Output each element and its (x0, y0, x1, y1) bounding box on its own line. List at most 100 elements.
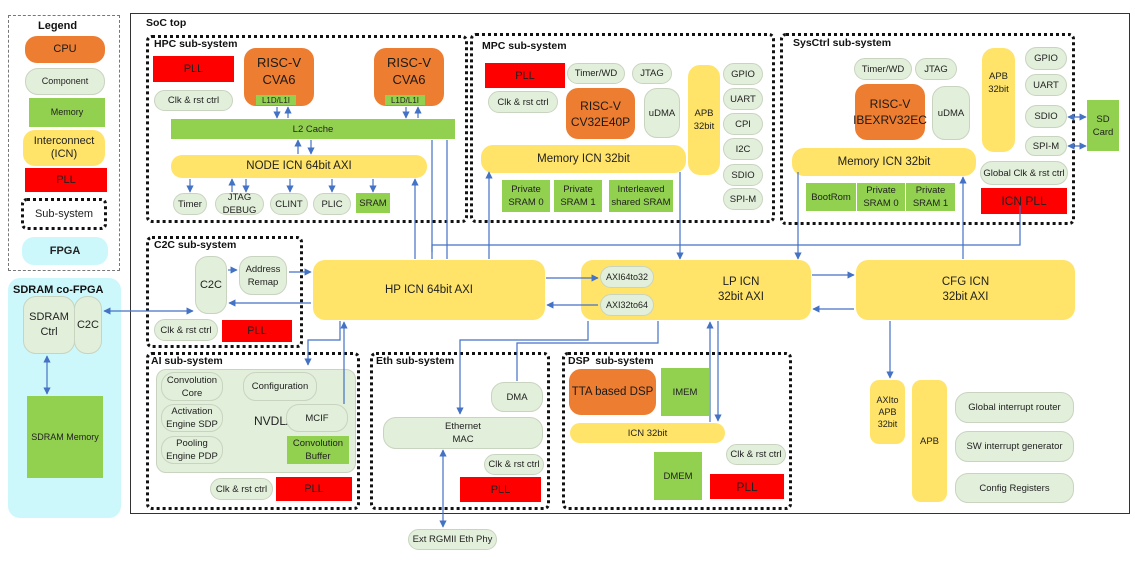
c2c-pll: PLL (222, 320, 292, 342)
ai-clk-rst: Clk & rst ctrl (210, 478, 273, 500)
mpc-clk-rst: Clk & rst ctrl (488, 91, 558, 113)
global-interrupt-router: Global interrupt router (955, 392, 1074, 423)
hpc-clk-rst: Clk & rst ctrl (154, 90, 233, 111)
sdram-ctrl: SDRAM Ctrl (23, 296, 75, 354)
ext-rgmii-eth-phy: Ext RGMII Eth Phy (408, 529, 497, 550)
sysctrl-apb: APB 32bit (982, 48, 1015, 152)
hpc-title: HPC sub-system (154, 38, 238, 50)
c2c-clk-rst: Clk & rst ctrl (154, 319, 218, 341)
ai-pll: PLL (276, 477, 352, 501)
dsp-icn: ICN 32bit (570, 423, 725, 443)
hpc-clint: CLINT (270, 193, 308, 215)
legend-subsystem-label: Sub-system (34, 208, 94, 220)
dsp-tta: TTA based DSP (569, 369, 656, 415)
dsp-dmem: DMEM (654, 452, 702, 500)
mpc-mem-icn: Memory ICN 32bit (481, 145, 686, 173)
eth-title: Eth sub-system (376, 355, 455, 367)
dsp-imem: IMEM (661, 368, 709, 416)
mpc-pll: PLL (485, 63, 565, 88)
hpc-cpu1-label: RISC-V CVA6 (386, 55, 432, 87)
legend-memory: Memory (29, 98, 105, 127)
mpc-uart: UART (723, 88, 763, 110)
hpc-node-icn: NODE ICN 64bit AXI (171, 155, 427, 178)
c2c-block: C2C (195, 256, 227, 314)
legend-icn: Interconnect (ICN) (23, 130, 105, 166)
sysctrl-udma: uDMA (932, 86, 970, 140)
sdram-memory: SDRAM Memory (27, 396, 103, 478)
mpc-udma: uDMA (644, 88, 680, 138)
mpc-title: MPC sub-system (482, 40, 567, 52)
dsp-pll: PLL (710, 474, 784, 499)
lp-icn-label: LP ICN 32bit AXI (717, 276, 765, 303)
sysctrl-mem-icn: Memory ICN 32bit (792, 148, 976, 176)
ai-conv-buffer: Convolution Buffer (287, 436, 349, 464)
c2c-address-remap: Address Remap (239, 256, 287, 295)
sysctrl-title: SysCtrl sub-system (793, 37, 892, 49)
soc-title: SoC top (146, 17, 187, 29)
hpc-l1-0: L1D/L1I (256, 95, 296, 105)
sysctrl-icn-pll: ICN PLL (981, 188, 1067, 214)
sysctrl-private-sram1: Private SRAM 1 (906, 183, 955, 211)
hp-icn: HP ICN 64bit AXI (313, 260, 545, 320)
legend-fpga: FPGA (22, 237, 108, 265)
legend-fpga-label: FPGA (49, 245, 81, 257)
mpc-apb: APB 32bit (688, 65, 720, 175)
ai-configuration: Configuration (243, 372, 317, 401)
eth-clk-rst: Clk & rst ctrl (484, 454, 544, 475)
hpc-l1-1: L1D/L1I (385, 95, 425, 105)
sysctrl-cpu: RISC-V IBEXRV32EC (853, 84, 927, 140)
fpga-c2c: C2C (74, 296, 102, 354)
sw-interrupt-generator: SW interrupt generator (955, 431, 1074, 462)
hpc-l2-cache: L2 Cache (171, 119, 455, 139)
ai-sdp: Activation Engine SDP (161, 404, 223, 432)
ai-title: AI sub-system (151, 355, 223, 367)
eth-dma: DMA (491, 382, 543, 412)
sysctrl-uart: UART (1025, 74, 1067, 96)
legend-title: Legend (38, 20, 78, 32)
sysctrl-sdio: SDIO (1025, 105, 1067, 128)
sysctrl-timer-wd: Timer/WD (854, 58, 912, 80)
mpc-timer-wd: Timer/WD (567, 63, 625, 84)
config-registers: Config Registers (955, 473, 1074, 503)
legend-pll: PLL (25, 168, 107, 192)
legend-subsystem: Sub-system (21, 198, 107, 230)
legend-cpu: CPU (25, 36, 105, 63)
mpc-private-sram1: Private SRAM 1 (554, 180, 602, 212)
mpc-cpi: CPI (723, 113, 763, 135)
hpc-jtag-debug: JTAG DEBUG (215, 192, 264, 216)
hpc-sram: SRAM (356, 193, 390, 213)
c2c-title: C2C sub-system (154, 239, 237, 251)
sysctrl-bootrom: BootRom (806, 183, 856, 211)
legend-component: Component (25, 68, 105, 95)
dsp-title: DSP sub-system (568, 355, 654, 367)
eth-pll: PLL (460, 477, 541, 502)
mpc-jtag: JTAG (632, 63, 672, 84)
ai-mcif: MCIF (286, 404, 348, 432)
eth-mac: Ethernet MAC (383, 417, 543, 449)
dsp-clk-rst: Clk & rst ctrl (726, 444, 786, 465)
sd-card: SD Card (1087, 100, 1119, 151)
sdram-fpga-title: SDRAM co-FPGA (13, 284, 104, 296)
ai-conv-core: Convolution Core (161, 372, 223, 401)
mpc-i2c: I2C (723, 138, 763, 160)
mpc-gpio: GPIO (723, 63, 763, 85)
cfg-apb: APB (912, 380, 947, 502)
axi64to32: AXI64to32 (600, 266, 654, 288)
ai-pdp: Pooling Engine PDP (161, 436, 223, 464)
sysctrl-spi-m: SPI-M (1025, 136, 1067, 156)
mpc-shared-sram: Interleaved shared SRAM (609, 180, 673, 212)
mpc-spi-m: SPI-M (723, 188, 763, 210)
sysctrl-gpio: GPIO (1025, 47, 1067, 70)
sysctrl-jtag: JTAG (915, 58, 957, 80)
axi32to64: AXI32to64 (600, 294, 654, 316)
hpc-pll: PLL (153, 56, 234, 82)
mpc-cpu: RISC-V CV32E40P (566, 88, 635, 139)
mpc-private-sram0: Private SRAM 0 (502, 180, 550, 212)
hpc-timer: Timer (173, 193, 207, 215)
hpc-plic: PLIC (313, 193, 351, 215)
mpc-sdio: SDIO (723, 164, 763, 186)
cfg-icn: CFG ICN 32bit AXI (856, 260, 1075, 320)
hpc-cpu0-label: RISC-V CVA6 (256, 55, 302, 87)
sysctrl-private-sram0: Private SRAM 0 (857, 183, 905, 211)
sysctrl-global-clk: Global Clk & rst ctrl (980, 161, 1068, 185)
